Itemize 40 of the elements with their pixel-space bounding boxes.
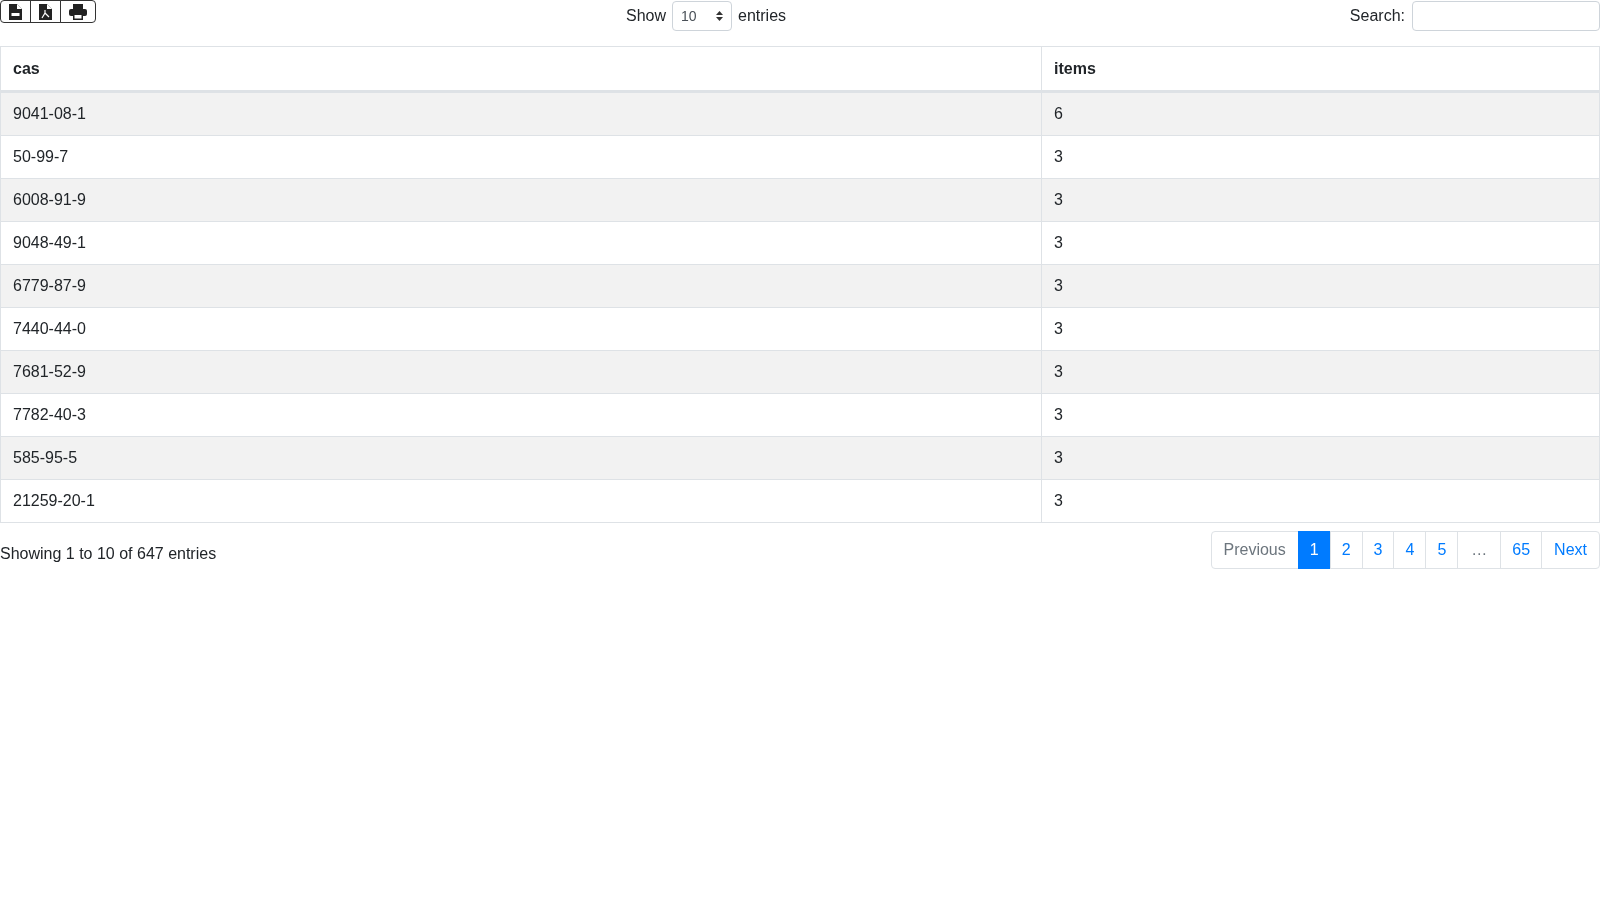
pdf-file-icon: [39, 3, 52, 20]
table-cell: 6008-91-9: [0, 178, 1042, 222]
table-cell: 21259-20-1: [0, 479, 1042, 523]
csv-export-button[interactable]: [0, 0, 31, 23]
print-export-button[interactable]: [60, 0, 96, 23]
table-cell: 3: [1041, 307, 1600, 351]
table-cell: 9048-49-1: [0, 221, 1042, 265]
table-cell: 3: [1041, 350, 1600, 394]
table-cell: 7681-52-9: [0, 350, 1042, 394]
table-cell: 3: [1041, 479, 1600, 523]
ellipsis: …: [1457, 531, 1502, 569]
page-button[interactable]: 2: [1329, 531, 1363, 569]
search-field[interactable]: [1412, 1, 1600, 31]
table-cell: 7440-44-0: [0, 307, 1042, 351]
page-button[interactable]: 1: [1297, 531, 1331, 569]
page-button[interactable]: 65: [1500, 531, 1543, 569]
table-cell: 3: [1041, 393, 1600, 437]
table-info: Showing 1 to 10 of 647 entries: [0, 544, 217, 563]
entries-label: entries: [738, 7, 787, 25]
page-button[interactable]: 5: [1425, 531, 1459, 569]
show-label: Show: [626, 7, 667, 25]
csv-file-icon: [9, 3, 22, 20]
table-cell: 3: [1041, 221, 1600, 265]
table-cell: 3: [1041, 264, 1600, 308]
sort-caret-icon: [716, 11, 724, 21]
printer-icon: [69, 3, 87, 20]
search-label: Search:: [1349, 7, 1405, 25]
table-cell: 3: [1041, 135, 1600, 179]
table-cell: 6: [1041, 91, 1600, 136]
pdf-export-button[interactable]: [30, 0, 61, 23]
table-cell: 3: [1041, 178, 1600, 222]
table-cell: 6779-87-9: [0, 264, 1042, 308]
entries-select[interactable]: 10: [672, 1, 733, 31]
table-cell: 50-99-7: [0, 135, 1042, 179]
table-cell: 3: [1041, 436, 1600, 480]
page-nav-button[interactable]: Next: [1541, 531, 1600, 569]
table-cell: 7782-40-3: [0, 393, 1042, 437]
table-cell: 9041-08-1: [0, 91, 1042, 136]
page-button[interactable]: 4: [1393, 531, 1427, 569]
table-cell: 585-95-5: [0, 436, 1042, 480]
